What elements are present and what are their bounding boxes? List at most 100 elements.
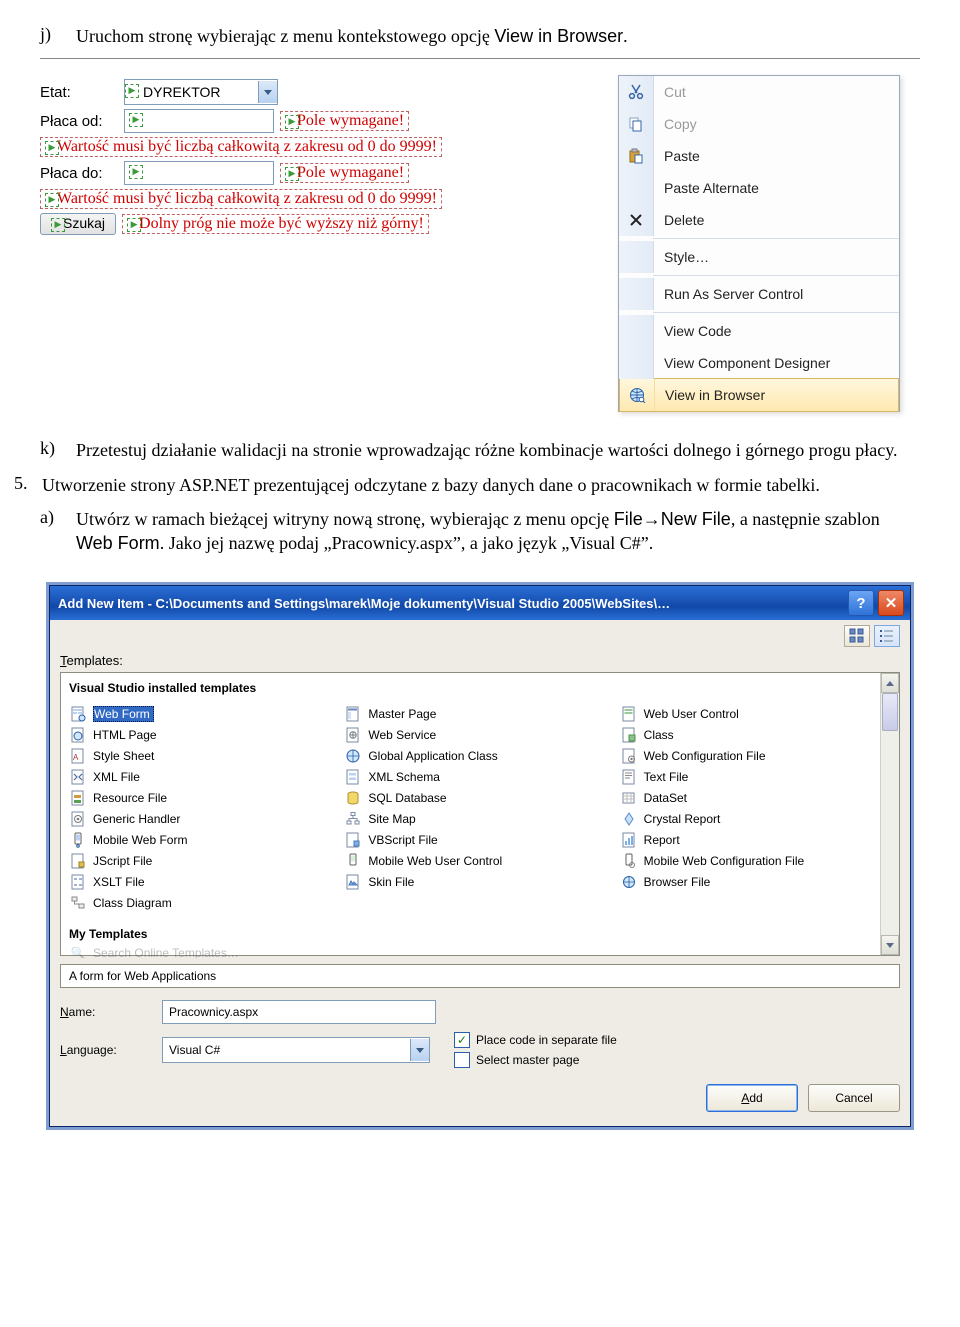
class-icon xyxy=(620,727,638,743)
menu-item-style[interactable]: Style… xyxy=(619,241,899,273)
search-online-templates[interactable]: 🔍 Search Online Templates… xyxy=(69,947,895,958)
templates-panel: Visual Studio installed templates Web Fo… xyxy=(60,672,900,956)
my-templates-header: My Templates xyxy=(69,927,895,941)
text-a: Utwórz w ramach bieżącej witryny nową st… xyxy=(76,507,920,556)
template-mobile-web-user-control[interactable]: Mobile Web User Control xyxy=(344,850,619,871)
validator-range-do: ▶Wartość musi być liczbą całkowitą z zak… xyxy=(40,189,442,209)
smarttag-icon: ▶ xyxy=(129,165,143,179)
help-button[interactable]: ? xyxy=(848,590,874,616)
scroll-up-button[interactable] xyxy=(881,673,899,693)
template-style-sheet[interactable]: AStyle Sheet xyxy=(69,745,344,766)
template-vbscript-file[interactable]: VBScript File xyxy=(344,829,619,850)
context-menu: Cut Copy Paste Paste Alternate Delete xyxy=(618,75,900,412)
menu-item-view-code[interactable]: View Code xyxy=(619,315,899,347)
template-site-map[interactable]: Site Map xyxy=(344,808,619,829)
menu-separator xyxy=(653,312,899,313)
text-j: Uruchom stronę wybierając z menu konteks… xyxy=(76,24,920,48)
template-html-page[interactable]: HTML Page xyxy=(69,724,344,745)
paste-icon xyxy=(627,148,645,164)
name-label: Name: xyxy=(60,1005,150,1019)
menu-item-cut[interactable]: Cut xyxy=(619,76,899,108)
template-text-file[interactable]: Text File xyxy=(620,766,895,787)
template-sql-database[interactable]: SQL Database xyxy=(344,787,619,808)
resource-icon xyxy=(69,790,87,806)
checkbox-master-page[interactable]: Select master page xyxy=(454,1052,617,1068)
css-icon: A xyxy=(69,748,87,764)
template-dataset[interactable]: DataSet xyxy=(620,787,895,808)
marker-a: a) xyxy=(40,507,62,556)
scroll-thumb[interactable] xyxy=(882,693,898,731)
dialog-titlebar: Add New Item - C:\Documents and Settings… xyxy=(50,586,910,620)
menu-item-view-component-designer[interactable]: View Component Designer xyxy=(619,347,899,379)
add-button[interactable]: Add xyxy=(706,1084,798,1112)
name-input[interactable]: Pracownicy.aspx xyxy=(162,1000,436,1024)
cut-icon xyxy=(627,84,645,100)
input-placa-od[interactable]: ▶ xyxy=(124,109,274,133)
large-icons-button[interactable] xyxy=(844,625,870,647)
menu-item-view-in-browser[interactable]: View in Browser xyxy=(620,379,898,411)
help-icon: ? xyxy=(856,595,865,612)
menu-item-run-server[interactable]: Run As Server Control xyxy=(619,278,899,310)
chevron-down-icon xyxy=(416,1048,424,1053)
button-szukaj[interactable]: ▶Szukaj xyxy=(40,213,116,235)
small-icons-icon xyxy=(879,628,895,644)
combo-etat[interactable]: ▶ DYREKTOR xyxy=(124,79,278,105)
smarttag-icon: ▶ xyxy=(285,167,299,181)
checkbox-separate-file[interactable]: Place code in separate file xyxy=(454,1032,617,1048)
close-icon: ✕ xyxy=(885,594,898,612)
dropdown-button[interactable] xyxy=(258,81,277,103)
chevron-up-icon xyxy=(886,681,894,686)
web-uc-icon xyxy=(620,706,638,722)
template-xml-file[interactable]: XML File xyxy=(69,766,344,787)
template-web-service[interactable]: Web Service xyxy=(344,724,619,745)
template-web-user-control[interactable]: Web User Control xyxy=(620,703,895,724)
template-mobile-web-form[interactable]: Mobile Web Form xyxy=(69,829,344,850)
installed-templates-header: Visual Studio installed templates xyxy=(69,681,895,695)
template-resource-file[interactable]: Resource File xyxy=(69,787,344,808)
mobile-form-icon xyxy=(69,832,87,848)
template-web-form[interactable]: Web Form xyxy=(69,703,344,724)
list-item-k: k) Przetestuj działanie walidacji na str… xyxy=(40,438,920,462)
sql-icon xyxy=(344,790,362,806)
template-browser-file[interactable]: Browser File xyxy=(620,871,895,892)
close-button[interactable]: ✕ xyxy=(878,590,904,616)
dropdown-button[interactable] xyxy=(410,1039,429,1061)
template-mobile-web-config[interactable]: Mobile Web Configuration File xyxy=(620,850,895,871)
cancel-button[interactable]: Cancel xyxy=(808,1084,900,1112)
xsd-icon xyxy=(344,769,362,785)
smarttag-icon: ▶ xyxy=(285,115,299,129)
template-crystal-report[interactable]: Crystal Report xyxy=(620,808,895,829)
template-global-app-class[interactable]: Global Application Class xyxy=(344,745,619,766)
smarttag-icon: ▶ xyxy=(45,141,59,155)
templates-col-2: Master Page Web Service Global Applicati… xyxy=(344,703,619,913)
template-xml-schema[interactable]: XML Schema xyxy=(344,766,619,787)
menu-item-paste-alternate[interactable]: Paste Alternate xyxy=(619,172,899,204)
menu-item-copy[interactable]: Copy xyxy=(619,108,899,140)
template-generic-handler[interactable]: Generic Handler xyxy=(69,808,344,829)
template-skin-file[interactable]: Skin File xyxy=(344,871,619,892)
template-jscript-file[interactable]: JScript File xyxy=(69,850,344,871)
template-master-page[interactable]: Master Page xyxy=(344,703,619,724)
template-class-diagram[interactable]: Class Diagram xyxy=(69,892,344,913)
validator-range-od: ▶Wartość musi być liczbą całkowitą z zak… xyxy=(40,137,442,157)
language-combo[interactable]: Visual C# xyxy=(162,1037,430,1063)
template-report[interactable]: Report xyxy=(620,829,895,850)
xslt-icon xyxy=(69,874,87,890)
copy-icon xyxy=(627,116,645,132)
input-placa-do[interactable]: ▶ xyxy=(124,161,274,185)
validator-required-do: ▶Pole wymagane! xyxy=(280,163,409,183)
template-web-config[interactable]: Web Configuration File xyxy=(620,745,895,766)
globe-icon xyxy=(628,387,646,403)
menu-item-paste[interactable]: Paste xyxy=(619,140,899,172)
small-icons-button[interactable] xyxy=(874,625,900,647)
marker-k: k) xyxy=(40,438,62,462)
text-icon xyxy=(620,769,638,785)
template-xslt-file[interactable]: XSLT File xyxy=(69,871,344,892)
template-class[interactable]: Class xyxy=(620,724,895,745)
scrollbar[interactable] xyxy=(880,673,899,955)
label-placa-od: Płaca od: xyxy=(40,113,118,130)
scroll-down-button[interactable] xyxy=(881,935,899,955)
dataset-icon xyxy=(620,790,638,806)
menu-item-delete[interactable]: Delete xyxy=(619,204,899,236)
handler-icon xyxy=(69,811,87,827)
